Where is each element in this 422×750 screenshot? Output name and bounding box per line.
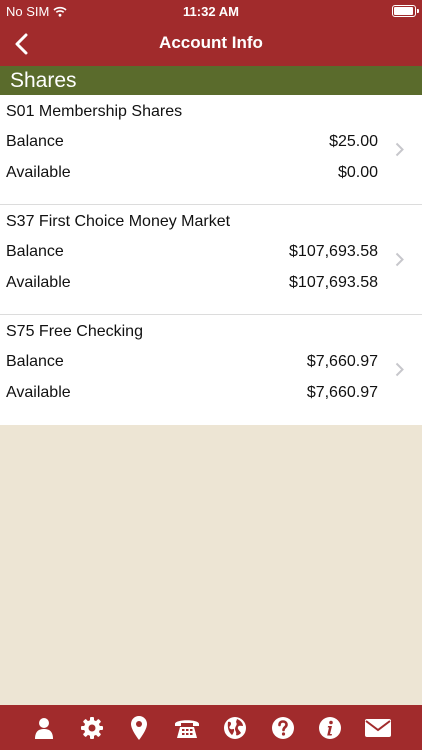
available-label: Available: [6, 274, 71, 291]
account-row[interactable]: S75 Free Checking Balance $7,660.97 Avai…: [0, 315, 422, 425]
balance-label: Balance: [6, 133, 64, 150]
profile-button[interactable]: [30, 714, 58, 742]
info-icon: [319, 716, 342, 739]
website-button[interactable]: [221, 714, 249, 742]
globe-icon: [223, 716, 246, 739]
balance-label: Balance: [6, 353, 64, 370]
locations-button[interactable]: [125, 714, 153, 742]
person-icon: [34, 717, 53, 739]
help-button[interactable]: [269, 714, 297, 742]
mail-icon: [365, 718, 392, 737]
account-name: S75 Free Checking: [6, 323, 143, 340]
battery-icon: [392, 5, 419, 17]
chevron-right-icon: [395, 252, 404, 267]
telephone-icon: [175, 719, 200, 738]
bottom-toolbar: [0, 705, 422, 750]
help-icon: [271, 716, 294, 739]
section-header: Shares: [0, 66, 422, 95]
account-name: S37 First Choice Money Market: [6, 213, 231, 230]
settings-button[interactable]: [78, 714, 106, 742]
status-bar: No SIM 11:32 AM: [0, 0, 422, 22]
balance-value: $7,660.97: [306, 353, 378, 370]
account-row[interactable]: S01 Membership Shares Balance $25.00 Ava…: [0, 95, 422, 205]
header: No SIM 11:32 AM Account Info: [0, 0, 422, 66]
chevron-right-icon: [395, 142, 404, 157]
account-name: S01 Membership Shares: [6, 103, 183, 120]
account-row[interactable]: S37 First Choice Money Market Balance $1…: [0, 205, 422, 315]
balance-value: $25.00: [329, 133, 378, 150]
gear-icon: [80, 716, 103, 739]
page-title: Account Info: [159, 33, 263, 52]
available-label: Available: [6, 164, 71, 181]
chevron-right-icon: [395, 362, 404, 377]
call-button[interactable]: [173, 714, 201, 742]
location-pin-icon: [131, 715, 148, 740]
available-label: Available: [6, 384, 71, 401]
info-button[interactable]: [316, 714, 344, 742]
available-value: $107,693.58: [289, 274, 378, 291]
available-value: $7,660.97: [306, 384, 378, 401]
account-list: S01 Membership Shares Balance $25.00 Ava…: [0, 95, 422, 425]
balance-value: $107,693.58: [289, 243, 378, 260]
status-time: 11:32 AM: [183, 4, 239, 19]
balance-label: Balance: [6, 243, 64, 260]
email-button[interactable]: [364, 714, 392, 742]
available-value: $0.00: [337, 164, 378, 181]
